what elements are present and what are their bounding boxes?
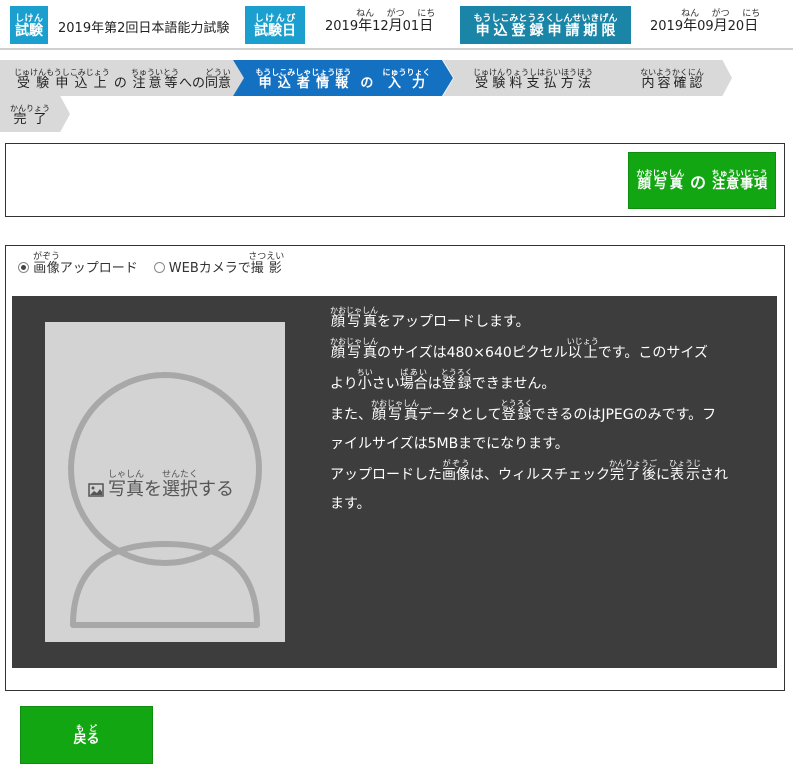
photo-select-label[interactable]: 写真しゃしんを選択せんたくする (88, 470, 234, 501)
instruction-line: 顔写真かおじゃしんをアップロードします。 (330, 306, 530, 331)
deadline-tag: 申込登録申請期限もうしこみとうろくしんせいきげん (460, 6, 631, 44)
step-consent: 受験申込上じゅけんもうしこみじょう の 注意等ちゅういとう への 同意どうい (0, 60, 245, 96)
exam-name: 2019年第2回日本語能力試験 (58, 21, 230, 36)
deadline-date: 2019年ねん09月がつ20日にち (650, 9, 761, 35)
instruction-line: アップロードした画像がぞうは、ウィルスチェック完了後かんりょうごに表示ひょうじさ… (330, 459, 728, 484)
instruction-line: より小ちいさい場合ばあいは登録とうろくできません。 (330, 368, 556, 393)
radio-webcam-label[interactable]: WEBカメラで撮影さつえい (169, 252, 285, 277)
radio-image-upload[interactable] (18, 262, 29, 273)
upload-mode-options: 画像がぞうアップロード WEBカメラで撮影さつえい (18, 252, 284, 276)
instruction-line: 顔写真かおじゃしんのサイズは480×640ピクセル以上いじょうです。このサイズ (330, 337, 708, 362)
instruction-line: ます。 (330, 496, 371, 512)
step-confirm: 内容確認ないようかくにん (612, 60, 732, 96)
exam-date-tag: 試験日しけんび (245, 6, 305, 44)
radio-webcam[interactable] (153, 262, 165, 273)
instruction-line: また、顔写真かおじゃしんデータとして登録とうろくできるのはJPEGのみです。フ (330, 399, 717, 424)
step-applicant-info: 申込者情報もうしこみしゃじょうほう の 入力にゅうりょく (233, 60, 453, 96)
step-payment: 受験料支払方法じゅけんりょうしはらいほうほう (443, 60, 623, 96)
step-complete: 完了かんりょう (0, 96, 70, 132)
photo-notice-button[interactable]: 顔写真かおじゃしん の 注意事項ちゅういじこう (628, 152, 776, 209)
back-button[interactable]: 戻るもど (20, 706, 153, 764)
instruction-line: ァイルサイズは5MBまでになります。 (330, 436, 569, 452)
exam-date: 2019年ねん12月がつ01日にち (325, 9, 436, 35)
exam-tag: 試験しけん (10, 6, 48, 44)
header-bar: 試験しけん 2019年第2回日本語能力試験 試験日しけんび 2019年ねん12月… (0, 0, 793, 50)
upload-instructions: 顔写真かおじゃしんをアップロードします。 顔写真かおじゃしんのサイズは480×6… (330, 306, 760, 519)
radio-image-upload-label[interactable]: 画像がぞうアップロード (33, 252, 138, 277)
image-icon (88, 483, 104, 497)
